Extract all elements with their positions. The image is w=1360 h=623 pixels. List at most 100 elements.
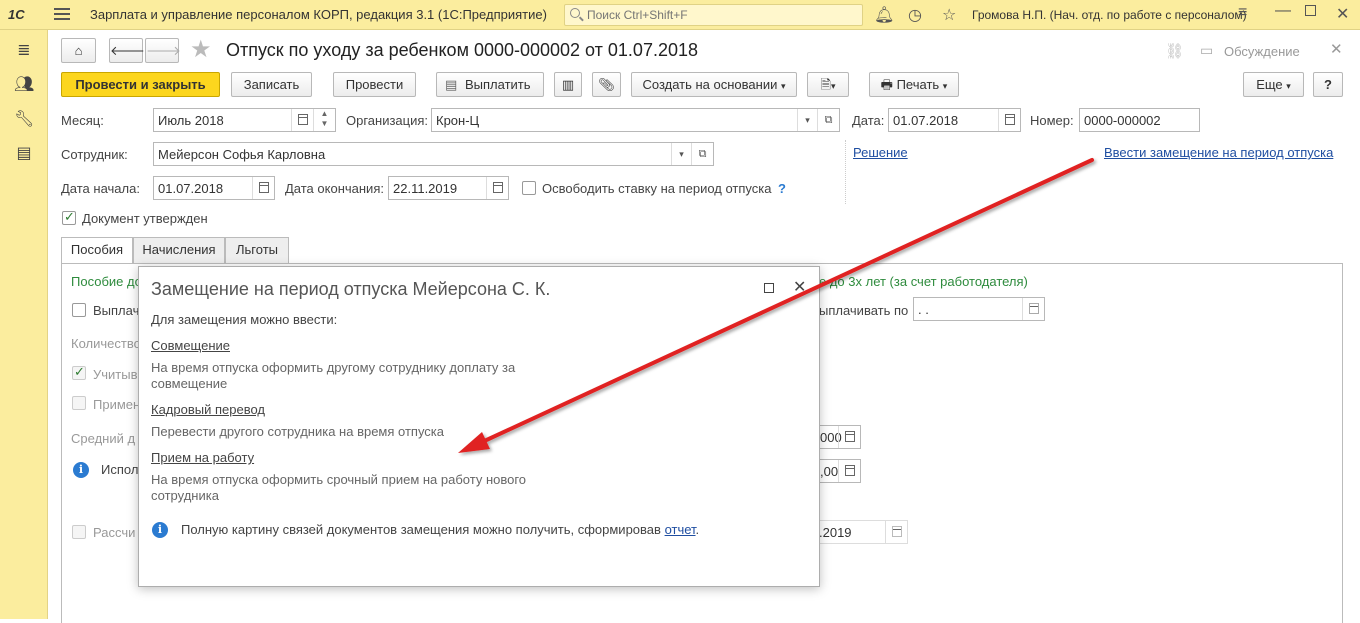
apply-checkbox[interactable]	[72, 396, 86, 410]
month-label: Месяц:	[61, 113, 104, 128]
post-button[interactable]: Провести	[333, 72, 416, 97]
dropdown-arrow-icon: ▾	[1286, 81, 1291, 91]
start-date-field[interactable]: 01.07.2018	[153, 176, 275, 200]
home-button[interactable]: ⌂	[61, 38, 96, 63]
calendar-icon	[493, 182, 503, 193]
month-spinner[interactable]: ▲ ▼	[313, 109, 335, 131]
calendar-button[interactable]	[252, 177, 274, 199]
calendar-button[interactable]	[838, 426, 860, 448]
journal-icon[interactable]: ▥	[554, 72, 582, 97]
calendar-icon	[298, 114, 308, 125]
sections-menu-icon[interactable]: ≣	[14, 40, 34, 59]
employee-value: Мейерсон Софья Карловна	[158, 147, 326, 162]
search-box[interactable]	[564, 4, 863, 26]
maximize-icon[interactable]	[764, 283, 774, 293]
calendar-button[interactable]	[998, 109, 1020, 131]
recalc-date-value: .2019	[819, 525, 852, 540]
print-button[interactable]: 🖶︎ Печать ▾	[869, 72, 959, 97]
date-value: 01.07.2018	[893, 113, 959, 128]
employee-field[interactable]: Мейерсон Софья Карловна ▾ ⧉	[153, 142, 714, 166]
transfer-link[interactable]: Кадровый перевод	[151, 402, 265, 417]
print-label: Печать	[896, 77, 940, 92]
link-icon[interactable]: ⛓︎	[1165, 42, 1184, 60]
pay-button[interactable]: ▤ Выплатить	[436, 72, 544, 97]
organization-field[interactable]: Крон-Ц ▾ ⧉	[431, 108, 840, 132]
discussion-icon[interactable]: ▭	[1200, 42, 1213, 59]
related-docs-button[interactable]: 🗎︎▾	[807, 72, 849, 97]
create-based-button[interactable]: Создать на основании ▾	[631, 72, 797, 97]
consider-label: Учитыв	[93, 367, 138, 382]
date-field[interactable]: 01.07.2018	[888, 108, 1021, 132]
close-icon[interactable]: ✕	[793, 277, 806, 297]
users-icon[interactable]: 👥︎	[14, 74, 34, 93]
more-button[interactable]: Еще ▾	[1243, 72, 1304, 97]
open-icon[interactable]: ⧉	[817, 109, 839, 131]
create-based-label: Создать на основании	[642, 77, 778, 92]
minimize-icon[interactable]: —	[1275, 2, 1291, 20]
pay-checkbox[interactable]	[72, 303, 86, 317]
decision-link[interactable]: Решение	[853, 145, 908, 160]
calendar-button[interactable]	[291, 109, 313, 131]
app-title-bar: 1С Зарплата и управление персоналом КОРП…	[0, 0, 1360, 30]
settings-menu-icon[interactable]: ≡	[1238, 4, 1247, 22]
info-icon: i	[73, 462, 89, 478]
pay-until-value: . .	[918, 302, 929, 317]
main-menu-icon[interactable]	[54, 8, 70, 23]
calendar-icon	[845, 431, 855, 442]
dropdown-arrow-icon[interactable]: ▾	[671, 143, 691, 165]
forward-button[interactable]: 🡒	[145, 38, 181, 63]
save-button[interactable]: Записать	[231, 72, 312, 97]
calendar-icon	[1029, 303, 1039, 314]
calendar-icon	[1005, 114, 1015, 125]
hiring-link[interactable]: Прием на работу	[151, 450, 254, 465]
organization-value: Крон-Ц	[436, 113, 480, 128]
help-button[interactable]: ?	[1313, 72, 1343, 97]
discussion-link[interactable]: Обсуждение	[1224, 44, 1300, 59]
search-input[interactable]	[585, 5, 855, 25]
calendar-button[interactable]	[885, 521, 907, 543]
help-question-icon[interactable]: ?	[778, 181, 786, 196]
recalc-date-field[interactable]: .2019	[806, 520, 908, 544]
close-form-icon[interactable]: ✕	[1330, 40, 1343, 58]
consider-checkbox[interactable]	[72, 364, 86, 380]
replacement-dialog: Замещение на период отпуска Мейерсона С.…	[138, 266, 820, 587]
id-card-icon[interactable]: ▤	[14, 143, 34, 162]
attach-icon[interactable]: 📎︎	[592, 72, 621, 97]
approved-checkbox[interactable]	[62, 209, 76, 225]
calendar-button[interactable]	[1022, 298, 1044, 320]
calendar-button[interactable]	[838, 460, 860, 482]
tab-allowances[interactable]: Пособия	[61, 237, 133, 264]
month-field[interactable]: Июль 2018 ▲ ▼	[153, 108, 336, 132]
apply-label: Примен	[93, 397, 141, 412]
dialog-footer: Полную картину связей документов замещен…	[181, 522, 699, 537]
app-logo[interactable]: 1С	[8, 7, 25, 22]
dropdown-arrow-icon[interactable]: ▾	[797, 109, 817, 131]
combination-link[interactable]: Совмещение	[151, 338, 230, 353]
pay-icon: ▤	[445, 77, 458, 92]
maximize-icon[interactable]	[1305, 5, 1316, 16]
start-date-value: 01.07.2018	[158, 181, 224, 196]
history-icon[interactable]: ◷	[908, 5, 922, 25]
current-user[interactable]: Громова Н.П. (Нач. отд. по работе с перс…	[972, 8, 1247, 22]
end-date-value: 22.11.2019	[393, 181, 458, 196]
back-button[interactable]: 🡐	[109, 38, 145, 63]
end-date-field[interactable]: 22.11.2019	[388, 176, 509, 200]
post-and-close-button[interactable]: Провести и закрыть	[61, 72, 220, 97]
pay-until-field[interactable]: . .	[913, 297, 1045, 321]
calendar-button[interactable]	[486, 177, 508, 199]
open-icon[interactable]: ⧉	[691, 143, 713, 165]
tab-benefits[interactable]: Льготы	[225, 237, 289, 263]
report-link[interactable]: отчет	[665, 522, 696, 537]
recalc-checkbox[interactable]	[72, 525, 86, 539]
enter-replacement-link[interactable]: Ввести замещение на период отпуска	[1104, 145, 1333, 160]
number-field[interactable]: 0000-000002	[1079, 108, 1200, 132]
favorite-star-icon[interactable]: ★	[190, 35, 212, 64]
tab-accruals[interactable]: Начисления	[133, 237, 225, 263]
wrench-icon[interactable]: 🔧︎	[14, 109, 34, 128]
organization-label: Организация:	[346, 113, 429, 128]
free-rate-label: Освободить ставку на период отпуска	[542, 181, 772, 196]
bell-icon[interactable]: 🔔︎	[874, 5, 894, 25]
favorites-star-icon[interactable]: ☆	[942, 5, 956, 25]
close-window-icon[interactable]: ✕	[1336, 4, 1349, 24]
free-rate-checkbox[interactable]	[522, 181, 536, 195]
